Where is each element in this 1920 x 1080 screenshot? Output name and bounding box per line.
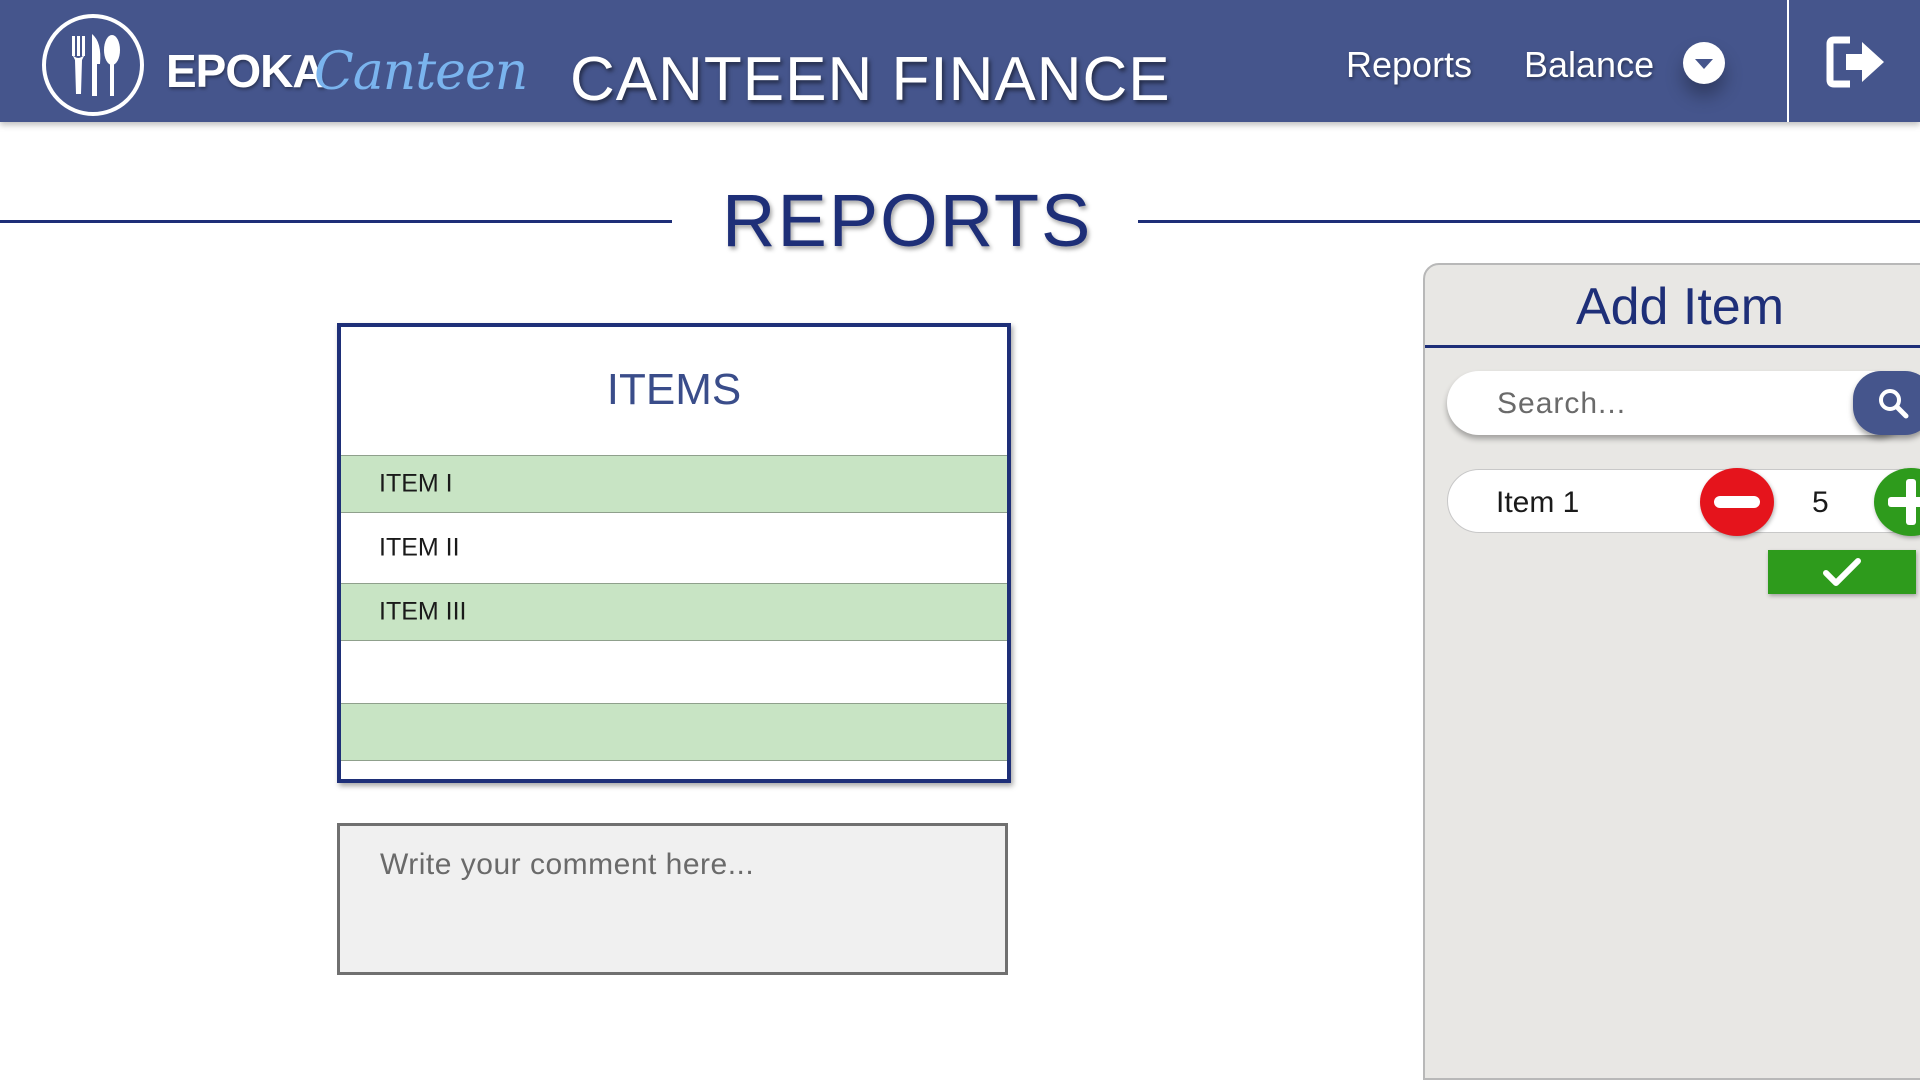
items-heading: ITEMS <box>606 365 742 414</box>
search-button[interactable] <box>1853 371 1920 435</box>
logout-button[interactable] <box>1826 34 1888 90</box>
heading-rule-left <box>0 220 672 223</box>
top-navbar: EPOKA Canteen CANTEEN FINANCE Reports Ba… <box>0 0 1920 122</box>
add-item-title: Add Item <box>1575 278 1785 336</box>
add-item-rule <box>1425 345 1920 348</box>
item-row-label: ITEM III <box>379 597 467 626</box>
brand-name: EPOKA <box>166 45 326 97</box>
chevron-down-icon <box>1695 59 1713 69</box>
add-item-entry: Item 1 5 <box>1447 468 1920 536</box>
page-title: REPORTS <box>722 179 1093 262</box>
comment-textarea[interactable] <box>337 823 1008 975</box>
items-panel-header: ITEMS <box>341 327 1007 455</box>
increase-quantity-button[interactable] <box>1874 468 1920 536</box>
brand-subtitle: Canteen <box>314 42 528 102</box>
item-row-label: ITEM I <box>379 469 453 498</box>
quantity-value: 5 <box>1812 486 1829 519</box>
item-row-label: ITEM II <box>379 533 460 562</box>
search-input[interactable] <box>1495 371 1839 437</box>
search-bar <box>1447 371 1920 437</box>
header-divider <box>1787 0 1789 122</box>
add-item-entry-name: Item 1 <box>1496 486 1580 519</box>
confirm-add-button[interactable] <box>1768 550 1916 594</box>
nav-reports-link[interactable]: Reports <box>1346 44 1472 86</box>
logout-icon <box>1826 36 1884 88</box>
item-row[interactable] <box>341 703 1007 761</box>
search-icon <box>1879 389 1909 419</box>
app-title: CANTEEN FINANCE <box>570 45 1171 114</box>
balance-dropdown-button[interactable] <box>1683 42 1725 84</box>
nav-balance-link[interactable]: Balance <box>1524 44 1654 86</box>
item-row[interactable]: ITEM III <box>341 583 1007 641</box>
add-item-panel: Add Item Item 1 5 <box>1423 263 1920 1080</box>
checkmark-icon <box>1823 558 1861 586</box>
items-panel: ITEMS ITEM I ITEM II ITEM III <box>337 323 1011 783</box>
item-row[interactable]: ITEM II <box>341 513 1007 583</box>
heading-rule-right <box>1138 220 1920 223</box>
item-row[interactable]: ITEM I <box>341 455 1007 513</box>
item-row[interactable] <box>341 641 1007 703</box>
decrease-quantity-button[interactable] <box>1700 468 1774 536</box>
fork-knife-spoon-icon <box>42 14 144 116</box>
